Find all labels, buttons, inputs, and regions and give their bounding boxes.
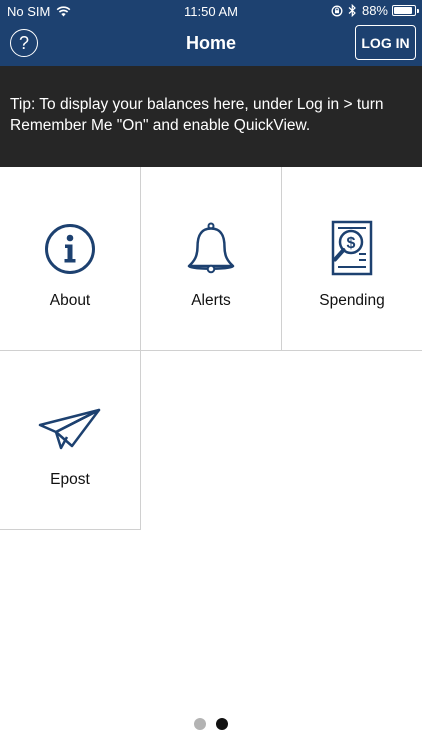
battery-percent: 88% (361, 3, 388, 18)
tile-label-epost: Epost (50, 471, 90, 488)
tile-spending[interactable]: $ Spending (282, 167, 422, 351)
tile-alerts[interactable]: Alerts (141, 167, 282, 351)
tile-label-spending: Spending (319, 292, 385, 309)
info-icon (0, 219, 140, 279)
battery-icon (392, 5, 419, 16)
spending-report-icon: $ (282, 219, 422, 279)
tile-label-about: About (49, 292, 91, 309)
bell-icon (141, 219, 281, 279)
paper-plane-icon (0, 399, 140, 459)
login-button[interactable]: LOG IN (355, 25, 416, 60)
page-dot-1[interactable] (194, 718, 206, 730)
tile-about[interactable]: About (0, 167, 141, 351)
orientation-lock-icon (331, 5, 343, 16)
page-indicator[interactable] (0, 718, 422, 730)
bluetooth-icon (348, 4, 356, 17)
status-bar: No SIM 11:50 AM 88% (0, 0, 422, 24)
tip-text: Tip: To display your balances here, unde… (10, 96, 384, 134)
status-right: 88% (331, 3, 419, 18)
tile-label-alerts: Alerts (191, 292, 231, 309)
tile-epost[interactable]: Epost (0, 351, 141, 530)
svg-text:$: $ (347, 235, 356, 252)
page-dot-2[interactable] (216, 718, 228, 730)
navigation-bar: ? Home LOG IN (0, 24, 422, 66)
battery-level (394, 7, 412, 14)
tip-banner: Tip: To display your balances here, unde… (0, 66, 422, 167)
